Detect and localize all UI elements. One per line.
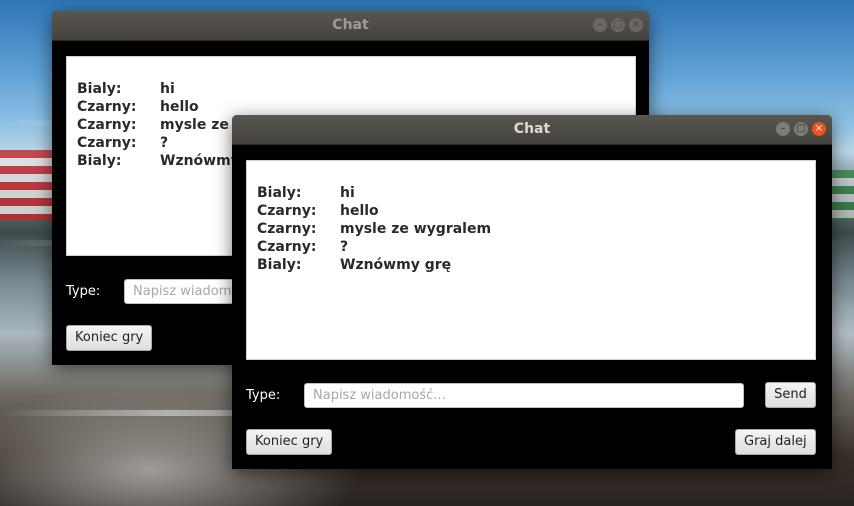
titlebar[interactable]: Chat – □ × — [232, 115, 832, 145]
message-text: hello — [340, 203, 379, 219]
message-sender: Bialy: — [257, 185, 302, 201]
window-title: Chat — [513, 121, 551, 137]
message-row: Bialy: hi — [77, 80, 240, 98]
message-row: Czarny: ? — [77, 134, 240, 152]
maximize-icon[interactable]: □ — [611, 18, 625, 32]
message-row: Czarny: hello — [77, 98, 240, 116]
continue-game-button[interactable]: Graj dalej — [735, 429, 816, 455]
message-row: Bialy: Wznówmy grę — [257, 256, 491, 274]
minimize-icon[interactable]: – — [593, 18, 607, 32]
message-row: Czarny: ? — [257, 238, 491, 256]
message-text: Wznówmy — [160, 153, 240, 169]
chat-window-front[interactable]: Chat – □ × Bialy: hi Czarny: hello Czarn… — [232, 115, 832, 469]
message-sender: Czarny: — [257, 203, 317, 219]
message-text: hello — [160, 99, 199, 115]
message-sender: Czarny: — [257, 221, 317, 237]
window-controls: – □ × — [776, 122, 826, 136]
minimize-icon[interactable]: – — [776, 122, 790, 136]
message-text: mysle ze — [160, 117, 229, 133]
message-list: Bialy: hi Czarny: hello Czarny: mysle ze… — [257, 184, 491, 274]
type-label: Type: — [66, 284, 101, 299]
end-game-button[interactable]: Koniec gry — [246, 429, 333, 455]
message-sender: Bialy: — [257, 257, 302, 273]
message-text: mysle ze wygralem — [340, 221, 492, 237]
message-row: Bialy: Wznówmy — [77, 152, 240, 170]
message-sender: Czarny: — [257, 239, 317, 255]
message-sender: Bialy: — [77, 153, 122, 169]
message-sender: Czarny: — [77, 117, 137, 133]
end-game-button[interactable]: Koniec gry — [66, 325, 153, 351]
message-text: ? — [340, 239, 349, 255]
close-icon[interactable]: × — [812, 122, 826, 136]
message-input[interactable] — [304, 383, 744, 408]
message-row: Czarny: mysle ze — [77, 116, 240, 134]
message-text: ? — [160, 135, 169, 151]
message-row: Czarny: mysle ze wygralem — [257, 220, 491, 238]
message-text: Wznówmy grę — [340, 257, 452, 273]
message-sender: Czarny: — [77, 135, 137, 151]
send-button[interactable]: Send — [765, 382, 816, 408]
window-controls: – □ × — [593, 18, 643, 32]
maximize-icon[interactable]: □ — [794, 122, 808, 136]
message-row: Bialy: hi — [257, 184, 491, 202]
background-kerb — [830, 170, 854, 220]
message-list: Bialy: hi Czarny: hello Czarny: mysle ze… — [77, 80, 240, 170]
type-label: Type: — [246, 388, 281, 403]
message-row: Czarny: hello — [257, 202, 491, 220]
chat-messages[interactable]: Bialy: hi Czarny: hello Czarny: mysle ze… — [246, 160, 816, 360]
desktop-background: Chat – □ × Bialy: hi Czarny: hello Czarn… — [0, 0, 854, 506]
message-sender: Czarny: — [77, 99, 137, 115]
window-title: Chat — [332, 17, 369, 33]
close-icon[interactable]: × — [629, 18, 643, 32]
background-kerb — [0, 150, 60, 220]
titlebar[interactable]: Chat – □ × — [52, 11, 649, 41]
message-sender: Bialy: — [77, 81, 122, 97]
message-text: hi — [340, 185, 355, 201]
message-text: hi — [160, 81, 175, 97]
